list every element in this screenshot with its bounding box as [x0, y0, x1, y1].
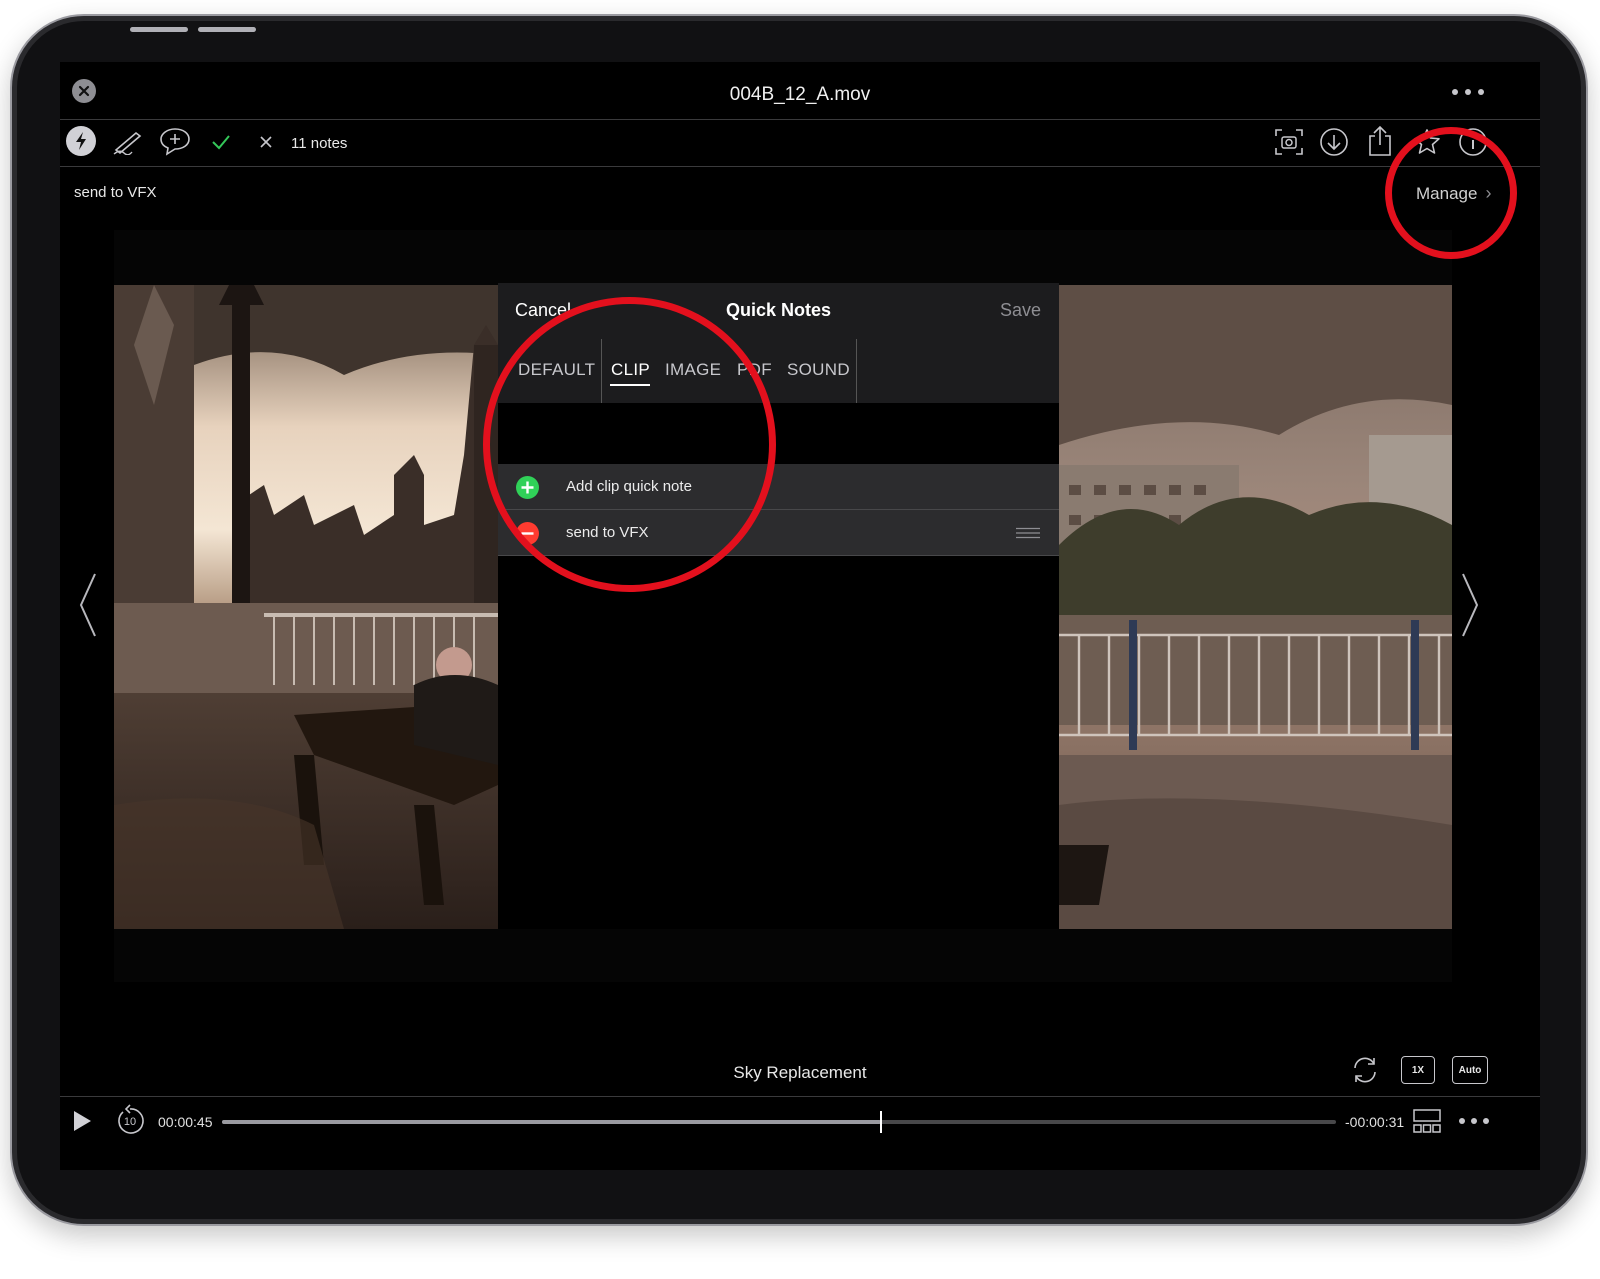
app-screen: 004B_12_A.mov 11 notes send to VFX Manag…: [60, 62, 1540, 1170]
add-icon[interactable]: [516, 476, 539, 499]
playhead[interactable]: [880, 1111, 883, 1133]
tab-default[interactable]: DEFAULT: [518, 360, 595, 380]
star-icon[interactable]: [1411, 126, 1443, 158]
storyboard-icon[interactable]: [1412, 1108, 1442, 1134]
add-quick-note-row[interactable]: Add clip quick note: [498, 464, 1059, 510]
download-icon[interactable]: [1318, 126, 1350, 158]
manage-label: Manage: [1416, 183, 1478, 203]
video-frame-right: [1059, 285, 1452, 929]
file-title: 004B_12_A.mov: [729, 84, 871, 105]
screenshot-icon[interactable]: [1272, 126, 1306, 158]
time-elapsed: 00:00:45: [158, 1114, 213, 1130]
tab-pdf[interactable]: PDF: [737, 360, 772, 380]
play-icon[interactable]: [70, 1109, 94, 1133]
chevron-right-icon: ›: [1485, 183, 1492, 203]
panel-header: Cancel Quick Notes Save: [498, 283, 1059, 339]
quick-notes-tabs: DEFAULT CLIP IMAGE PDF SOUND: [498, 339, 1059, 403]
previous-clip-icon[interactable]: [76, 570, 100, 640]
tab-image[interactable]: IMAGE: [665, 360, 721, 380]
lightning-icon[interactable]: [66, 126, 96, 156]
more-options-icon[interactable]: [1456, 1110, 1492, 1132]
playback-speed-button[interactable]: 1X: [1401, 1056, 1435, 1084]
checkmark-icon[interactable]: [210, 132, 232, 152]
add-quick-note-label: Add clip quick note: [566, 478, 692, 495]
add-comment-icon[interactable]: [158, 126, 192, 156]
next-clip-icon[interactable]: [1458, 570, 1482, 640]
divider: [60, 166, 1540, 167]
skip-back-label: 10: [123, 1116, 137, 1128]
active-tab-indicator: [610, 384, 650, 386]
x-icon[interactable]: [258, 134, 274, 150]
divider: [60, 1096, 1540, 1097]
device-top-button: [130, 27, 188, 32]
list-item[interactable]: send to VFX: [498, 510, 1059, 556]
info-icon[interactable]: [1457, 126, 1489, 158]
share-icon[interactable]: [1366, 124, 1394, 158]
scrubber-progress: [222, 1120, 882, 1124]
skip-back-10-icon[interactable]: 10: [114, 1104, 146, 1136]
quick-note-breadcrumb: send to VFX: [74, 184, 157, 201]
more-options-icon[interactable]: [1448, 80, 1488, 104]
tab-clip[interactable]: CLIP: [611, 360, 650, 380]
tab-divider: [601, 339, 602, 403]
quality-button[interactable]: Auto: [1452, 1056, 1488, 1084]
time-remaining: -00:00:31: [1345, 1114, 1405, 1130]
scrubber[interactable]: [222, 1111, 1336, 1133]
notes-count[interactable]: 11 notes: [291, 135, 347, 152]
reorder-handle-icon[interactable]: [1016, 527, 1040, 539]
quick-note-label: send to VFX: [566, 524, 649, 541]
divider: [60, 119, 1540, 120]
save-button[interactable]: Save: [1000, 300, 1041, 321]
loop-icon[interactable]: [1350, 1055, 1380, 1085]
tab-sound[interactable]: SOUND: [787, 360, 850, 380]
quick-notes-panel: Cancel Quick Notes Save DEFAULT CLIP IMA…: [498, 283, 1059, 929]
device-top-button: [198, 27, 256, 32]
clip-name: Sky Replacement: [733, 1063, 867, 1082]
panel-title: Quick Notes: [725, 300, 832, 320]
delete-icon[interactable]: [516, 522, 539, 545]
manage-link[interactable]: Manage ›: [1416, 183, 1491, 204]
video-frame-left: [114, 285, 498, 929]
pen-icon[interactable]: [112, 128, 144, 156]
tab-divider: [856, 339, 857, 403]
